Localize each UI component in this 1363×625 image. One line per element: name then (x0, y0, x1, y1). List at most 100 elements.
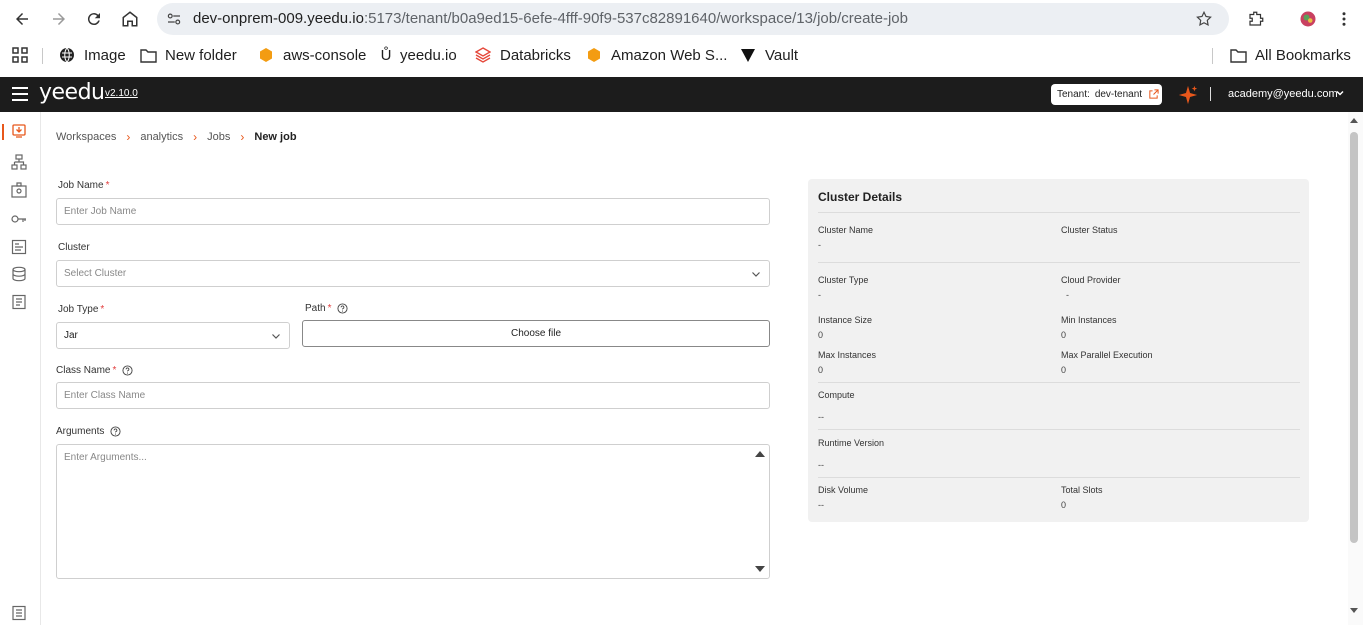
divider (818, 382, 1300, 383)
apps-grid-icon[interactable] (11, 46, 29, 64)
bookmark-label: New folder (165, 46, 237, 64)
job-name-input[interactable]: Enter Job Name (56, 198, 770, 225)
tenant-label: Tenant: (1057, 89, 1090, 100)
class-name-label: Class Name * (56, 365, 133, 376)
app-header: yeedu v2.10.0 Tenant: dev-tenant academy… (0, 77, 1363, 112)
database-icon[interactable] (11, 266, 27, 282)
breadcrumb-current: New job (254, 131, 297, 143)
credentials-icon[interactable] (11, 182, 27, 198)
url-text[interactable]: dev-onprem-009.yeedu.io:5173/tenant/b0a9… (193, 10, 908, 27)
hamburger-menu-icon[interactable] (12, 87, 28, 101)
all-bookmarks-label: All Bookmarks (1255, 46, 1351, 64)
browser-menu-icon[interactable] (1332, 7, 1356, 31)
cluster-select[interactable]: Select Cluster (56, 260, 770, 287)
bookmark-label: Vault (765, 46, 799, 64)
cluster-details-panel: Cluster Details Cluster Name - Cluster S… (808, 179, 1309, 522)
bookmark-yeedu[interactable]: Ů yeedu.io (380, 46, 457, 64)
docs-icon[interactable] (11, 605, 27, 621)
min-instances-value: 0 (1061, 330, 1067, 340)
divider (818, 429, 1300, 430)
reload-icon[interactable] (82, 7, 106, 31)
scroll-down-icon[interactable] (1350, 608, 1358, 613)
required-marker: * (100, 304, 105, 315)
forward-icon[interactable] (47, 7, 71, 31)
tenant-switcher[interactable]: Tenant: dev-tenant (1051, 84, 1162, 105)
breadcrumb-jobs[interactable]: Jobs (207, 131, 230, 143)
textarea-scroll-down-icon[interactable] (755, 566, 765, 572)
job-type-value: Jar (64, 330, 78, 341)
scroll-up-icon[interactable] (1350, 118, 1358, 123)
user-menu[interactable]: academy@yeedu.com (1228, 88, 1338, 100)
bookmark-star-icon[interactable] (1195, 10, 1213, 28)
class-name-placeholder: Enter Class Name (64, 390, 146, 401)
label-text: Arguments (56, 426, 105, 437)
bookmark-databricks[interactable]: Databricks (474, 46, 571, 64)
left-sidebar (0, 112, 41, 625)
version-link[interactable]: v2.10.0 (105, 88, 138, 99)
home-icon[interactable] (118, 7, 142, 31)
aws-icon (257, 46, 275, 64)
path-label: Path * (305, 303, 349, 314)
cluster-name-value: - (818, 240, 821, 250)
bookmark-new-folder[interactable]: New folder (139, 46, 237, 64)
tenant-name: dev-tenant (1094, 89, 1143, 100)
chevron-right-icon: › (126, 130, 131, 144)
job-name-label: Job Name * (58, 180, 109, 191)
all-bookmarks[interactable]: All Bookmarks (1229, 46, 1351, 64)
label-text: Cluster (58, 242, 90, 253)
yeedu-logo[interactable]: yeedu (39, 80, 105, 105)
total-slots-value: 0 (1061, 500, 1067, 510)
bookmarks-divider (1212, 48, 1213, 64)
min-instances-key: Min Instances (1061, 315, 1117, 325)
profile-avatar[interactable] (1296, 7, 1320, 31)
divider (818, 477, 1300, 478)
header-divider (1210, 87, 1211, 101)
ai-sparkle-icon[interactable] (1177, 84, 1199, 106)
help-icon[interactable] (110, 426, 121, 437)
key-icon[interactable] (11, 211, 27, 227)
dashboard-icon[interactable] (11, 239, 27, 255)
job-type-select[interactable]: Jar (56, 322, 290, 349)
notebook-icon[interactable] (11, 294, 27, 310)
max-instances-value: 0 (818, 365, 824, 375)
job-name-placeholder: Enter Job Name (64, 206, 137, 217)
help-icon[interactable] (337, 303, 349, 314)
breadcrumb-analytics[interactable]: analytics (140, 131, 183, 143)
help-icon[interactable] (122, 365, 133, 376)
active-indicator (2, 124, 4, 140)
textarea-scroll-up-icon[interactable] (755, 451, 765, 457)
browser-toolbar: dev-onprem-009.yeedu.io:5173/tenant/b0a9… (0, 0, 1363, 38)
required-marker: * (105, 180, 110, 191)
chevron-down-icon[interactable] (1335, 88, 1345, 98)
databricks-icon (474, 46, 492, 64)
bookmark-vault[interactable]: Vault (739, 46, 798, 64)
cluster-icon[interactable] (11, 154, 27, 170)
workspace-icon[interactable] (11, 123, 27, 139)
required-marker: * (112, 365, 117, 376)
runtime-version-value: -- (818, 460, 824, 470)
max-parallel-key: Max Parallel Execution (1061, 350, 1153, 360)
bookmark-amazon-web-services[interactable]: Amazon Web S... (585, 46, 727, 64)
extensions-icon[interactable] (1244, 7, 1268, 31)
instance-size-key: Instance Size (818, 315, 873, 325)
bookmark-image[interactable]: Image (58, 46, 126, 64)
choose-file-button[interactable]: Choose file (302, 320, 770, 347)
max-parallel-value: 0 (1061, 365, 1067, 375)
job-type-label: Job Type * (58, 304, 104, 315)
label-text: Job Type (58, 304, 99, 315)
cluster-label: Cluster (58, 242, 90, 253)
cluster-name-key: Cluster Name (818, 225, 874, 235)
external-link-icon (1149, 89, 1159, 99)
breadcrumb: Workspaces › analytics › Jobs › New job (56, 130, 297, 144)
address-bar[interactable]: dev-onprem-009.yeedu.io:5173/tenant/b0a9… (157, 3, 1229, 35)
cluster-type-value: - (818, 290, 821, 300)
scrollbar-thumb[interactable] (1350, 132, 1358, 543)
bookmark-aws-console[interactable]: aws-console (257, 46, 366, 64)
site-settings-icon[interactable] (165, 10, 183, 28)
breadcrumb-workspaces[interactable]: Workspaces (56, 131, 116, 143)
class-name-input[interactable]: Enter Class Name (56, 382, 770, 409)
yeedu-icon: Ů (380, 46, 392, 64)
back-icon[interactable] (10, 7, 34, 31)
runtime-version-key: Runtime Version (818, 438, 885, 448)
arguments-textarea[interactable]: Enter Arguments... (56, 444, 770, 579)
